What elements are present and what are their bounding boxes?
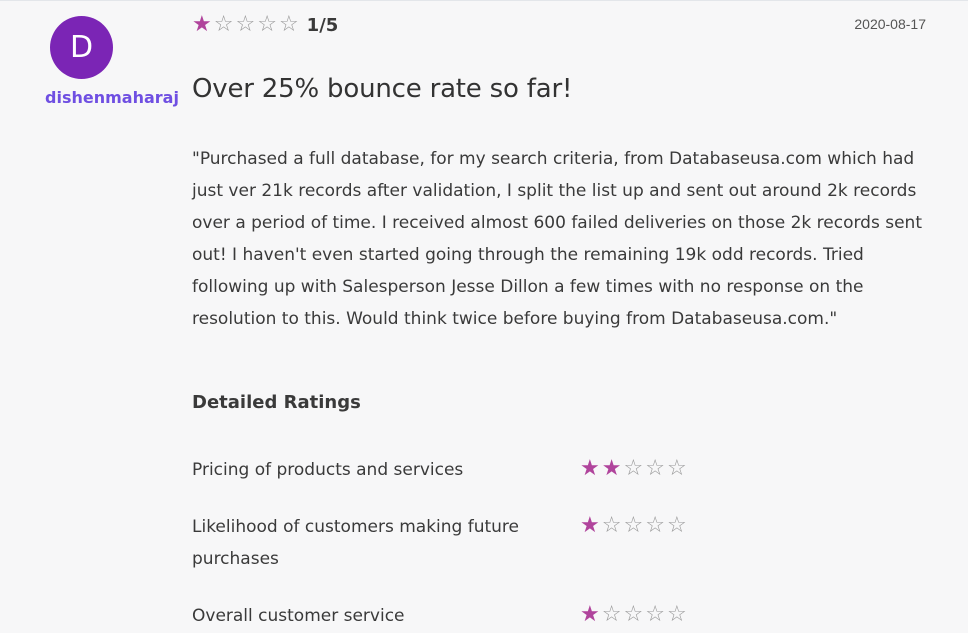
- star-empty-icon: ☆: [666, 602, 687, 627]
- detailed-rating-label: Pricing of products and services: [192, 460, 464, 480]
- star-empty-icon: ☆: [623, 456, 644, 481]
- detailed-rating-label: Likelihood of customers making future pu…: [192, 517, 520, 569]
- review-body: "Purchased a full database, for my searc…: [192, 149, 922, 329]
- star-empty-icon: ☆: [601, 602, 622, 627]
- top-divider: [0, 0, 968, 1]
- star-empty-icon: ☆: [623, 513, 644, 538]
- star-filled-icon: ★: [192, 12, 212, 37]
- star-filled-icon: ★: [580, 513, 600, 538]
- detailed-rating-label: Overall customer service: [192, 606, 405, 626]
- rating-score: 1/5: [306, 14, 339, 36]
- star-filled-icon: ★: [580, 456, 600, 481]
- star-empty-icon: ☆: [645, 456, 665, 481]
- detailed-rating-stars: ★ ☆ ☆ ☆ ☆: [580, 515, 689, 537]
- star-empty-icon: ☆: [235, 12, 256, 37]
- detailed-rating-stars: ★ ☆ ☆ ☆ ☆: [580, 604, 689, 626]
- star-empty-icon: ☆: [645, 513, 665, 538]
- review-title: Over 25% bounce rate so far!: [192, 74, 573, 104]
- star-filled-icon: ★: [580, 602, 600, 627]
- detailed-rating-stars: ★ ★ ☆ ☆ ☆: [580, 458, 689, 480]
- star-empty-icon: ☆: [601, 513, 622, 538]
- star-empty-icon: ☆: [257, 12, 277, 37]
- star-empty-icon: ☆: [623, 602, 644, 627]
- star-empty-icon: ☆: [278, 12, 299, 37]
- star-empty-icon: ☆: [666, 513, 687, 538]
- star-empty-icon: ☆: [213, 12, 234, 37]
- overall-rating: ★ ☆ ☆ ☆ ☆ 1/5: [192, 11, 338, 39]
- avatar[interactable]: D: [50, 16, 113, 79]
- review-date: 2020-08-17: [854, 16, 926, 32]
- star-filled-icon: ★: [601, 456, 622, 481]
- star-empty-icon: ☆: [645, 602, 665, 627]
- reviewer-username[interactable]: dishenmaharaj: [45, 88, 179, 107]
- star-empty-icon: ☆: [666, 456, 687, 481]
- detailed-ratings-heading: Detailed Ratings: [192, 392, 361, 413]
